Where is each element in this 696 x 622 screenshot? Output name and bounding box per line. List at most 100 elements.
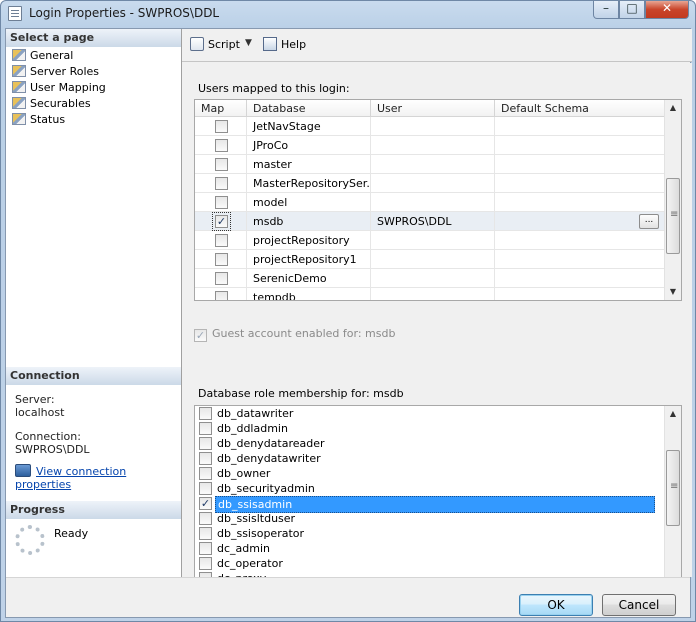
default-schema-cell[interactable] [495, 269, 665, 288]
list-item[interactable]: dc_admin [195, 541, 665, 556]
table-row[interactable]: JetNavStage [195, 117, 665, 136]
table-row[interactable]: tempdb [195, 288, 665, 300]
list-item[interactable]: db_denydatareader [195, 436, 665, 451]
list-item[interactable]: db_securityadmin [195, 481, 665, 496]
map-checkbox[interactable] [215, 253, 228, 266]
default-schema-cell[interactable] [495, 231, 665, 250]
close-button[interactable]: ✕ [645, 1, 689, 19]
guest-account-checkbox: ✓ Guest account enabled for: msdb [194, 327, 395, 342]
default-schema-cell[interactable] [495, 250, 665, 269]
role-checkbox[interactable] [199, 482, 212, 495]
role-checkbox[interactable] [199, 452, 212, 465]
user-cell[interactable] [371, 250, 495, 269]
user-cell[interactable] [371, 231, 495, 250]
list-item[interactable]: db_denydatawriter [195, 451, 665, 466]
page-item-user-mapping[interactable]: User Mapping [12, 80, 106, 96]
progress-header: Progress [6, 501, 181, 519]
role-checkbox[interactable] [199, 542, 212, 555]
role-checkbox[interactable] [199, 422, 212, 435]
database-cell: JetNavStage [247, 117, 371, 136]
role-checkbox[interactable] [199, 512, 212, 525]
map-checkbox[interactable]: ✓ [212, 212, 231, 231]
view-connection-properties-link[interactable]: View connection properties [15, 464, 181, 491]
list-item[interactable]: db_datawriter [195, 406, 665, 421]
role-checkbox[interactable] [199, 437, 212, 450]
script-button[interactable]: Script [190, 36, 240, 54]
table-row[interactable]: ✓ msdb SWPROS\DDL... [195, 212, 665, 231]
user-cell[interactable] [371, 174, 495, 193]
page-item-securables[interactable]: Securables [12, 96, 91, 112]
database-cell: tempdb [247, 288, 371, 300]
role-checkbox[interactable]: ✓ [199, 497, 212, 510]
role-checkbox[interactable] [199, 407, 212, 420]
map-cell [195, 269, 247, 288]
scroll-up-icon[interactable]: ▲ [665, 100, 681, 116]
table-row[interactable]: projectRepository1 [195, 250, 665, 269]
default-schema-cell[interactable] [495, 174, 665, 193]
list-item[interactable]: db_ddladmin [195, 421, 665, 436]
list-item[interactable]: db_owner [195, 466, 665, 481]
grid-vertical-scrollbar[interactable]: ▲ ▼ [664, 100, 681, 300]
scrollbar-thumb[interactable] [666, 450, 680, 526]
default-schema-cell[interactable] [495, 193, 665, 212]
page-item-general[interactable]: General [12, 48, 73, 64]
scroll-up-icon[interactable]: ▲ [665, 406, 681, 422]
default-schema-cell[interactable] [495, 136, 665, 155]
role-checkbox[interactable] [199, 527, 212, 540]
role-checkbox[interactable] [199, 467, 212, 480]
table-row[interactable]: SerenicDemo [195, 269, 665, 288]
table-row[interactable]: projectRepository [195, 231, 665, 250]
list-item[interactable]: db_ssisoperator [195, 526, 665, 541]
database-cell: projectRepository [247, 231, 371, 250]
user-cell[interactable] [371, 193, 495, 212]
role-label: dc_admin [217, 542, 270, 555]
users-mapped-label: Users mapped to this login: [198, 82, 350, 95]
user-cell[interactable] [371, 288, 495, 300]
maximize-button[interactable]: □ [619, 1, 645, 19]
page-item-status[interactable]: Status [12, 112, 65, 128]
map-checkbox[interactable] [215, 177, 228, 190]
schema-browse-button[interactable]: ... [639, 214, 659, 229]
map-checkbox[interactable] [215, 272, 228, 285]
scrollbar-thumb[interactable] [666, 178, 680, 254]
user-cell[interactable] [371, 269, 495, 288]
list-item[interactable]: dc_operator [195, 556, 665, 571]
table-row[interactable]: MasterRepositorySer... [195, 174, 665, 193]
table-row[interactable]: model [195, 193, 665, 212]
default-schema-cell[interactable] [495, 288, 665, 300]
table-row[interactable]: JProCo [195, 136, 665, 155]
column-header-user[interactable]: User [371, 100, 495, 117]
column-header-database[interactable]: Database [247, 100, 371, 117]
help-button[interactable]: Help [263, 36, 306, 54]
map-checkbox[interactable] [215, 139, 228, 152]
column-header-default-schema[interactable]: Default Schema [495, 100, 665, 117]
default-schema-cell[interactable] [495, 155, 665, 174]
map-checkbox[interactable] [215, 158, 228, 171]
map-checkbox[interactable] [215, 120, 228, 133]
default-schema-cell[interactable] [495, 117, 665, 136]
toolbar: Script ▼ Help [182, 29, 692, 62]
list-item[interactable]: db_ssisltduser [195, 511, 665, 526]
user-cell[interactable] [371, 155, 495, 174]
connection-properties-icon [15, 464, 31, 477]
roles-vertical-scrollbar[interactable]: ▲ ▼ [664, 406, 681, 602]
ok-button[interactable]: OK [519, 594, 593, 616]
scroll-down-icon[interactable]: ▼ [665, 284, 681, 300]
map-checkbox[interactable] [215, 234, 228, 247]
connection-label: Connection: [15, 430, 81, 443]
page-item-server-roles[interactable]: Server Roles [12, 64, 99, 80]
cancel-button[interactable]: Cancel [602, 594, 676, 616]
list-item[interactable]: ✓ db_ssisadmin [195, 496, 665, 513]
script-dropdown-arrow-icon[interactable]: ▼ [245, 38, 252, 48]
user-cell[interactable] [371, 117, 495, 136]
column-header-map[interactable]: Map [195, 100, 247, 117]
minimize-button[interactable]: – [593, 1, 619, 19]
user-cell[interactable]: SWPROS\DDL [371, 212, 495, 231]
table-row[interactable]: master [195, 155, 665, 174]
role-checkbox[interactable] [199, 557, 212, 570]
user-cell[interactable] [371, 136, 495, 155]
map-checkbox[interactable] [215, 196, 228, 209]
map-checkbox[interactable] [215, 291, 228, 300]
title-bar[interactable]: Login Properties - SWPROS\DDL – □ ✕ [1, 1, 695, 27]
role-label: db_owner [217, 467, 271, 480]
